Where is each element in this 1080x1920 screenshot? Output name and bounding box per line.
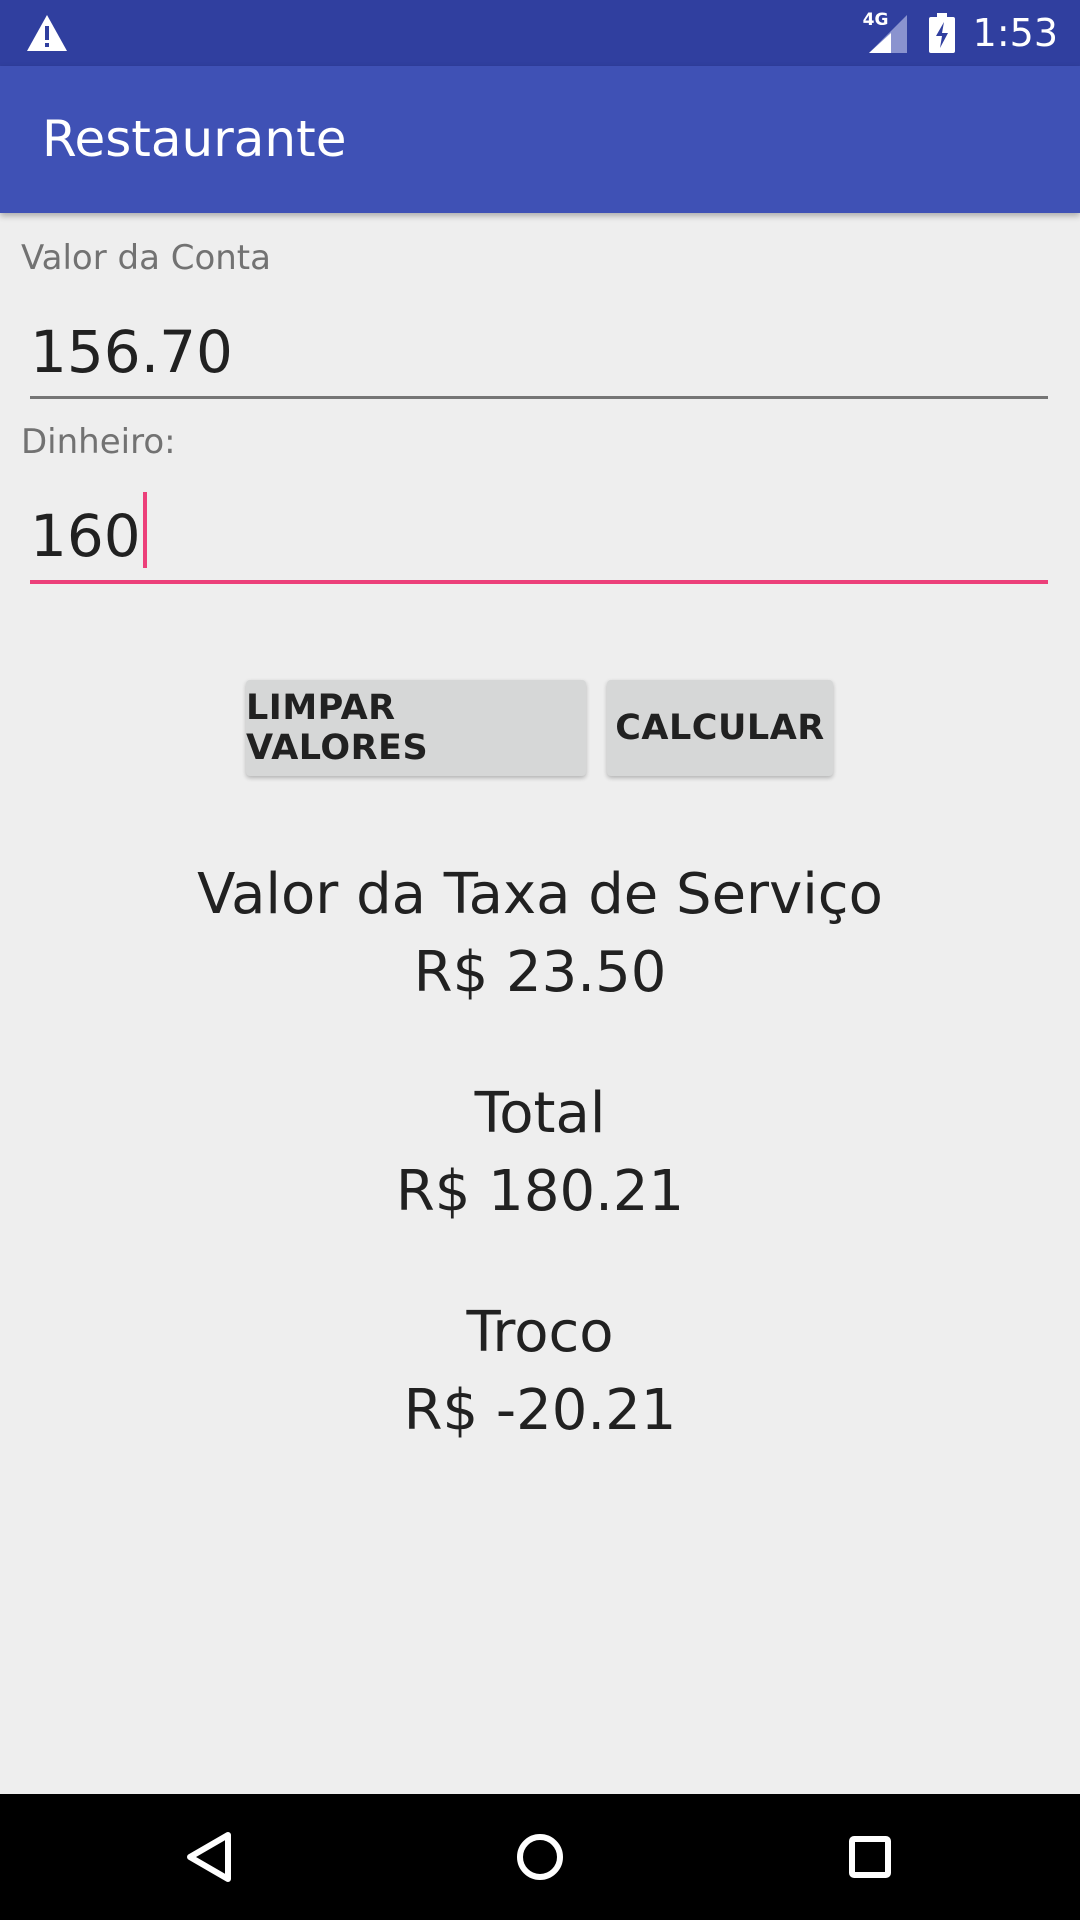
valor-conta-input[interactable]: 156.70 xyxy=(30,308,1048,399)
battery-charging-icon xyxy=(928,13,955,53)
calcular-button[interactable]: CALCULAR xyxy=(607,680,833,776)
home-icon[interactable] xyxy=(502,1819,578,1895)
back-icon[interactable] xyxy=(172,1819,248,1895)
recents-icon[interactable] xyxy=(832,1819,908,1895)
status-icons: 4G 1:53 xyxy=(861,0,1080,66)
taxa-servico-value: R$ 23.50 xyxy=(413,940,667,1005)
dinheiro-input[interactable]: 160 xyxy=(30,492,1048,584)
status-bar: 4G 1:53 xyxy=(0,0,1080,66)
text-cursor xyxy=(142,492,147,568)
limpar-valores-button[interactable]: LIMPAR VALORES xyxy=(246,680,586,776)
total-label: Total xyxy=(474,1081,606,1146)
app-title: Restaurante xyxy=(42,110,347,168)
dinheiro-value-wrap: 160 xyxy=(30,492,147,580)
signal-indicator: 4G xyxy=(861,11,909,55)
status-clock: 1:53 xyxy=(972,11,1058,55)
troco-label: Troco xyxy=(466,1300,614,1365)
taxa-servico-label: Valor da Taxa de Serviço xyxy=(197,862,883,927)
app-bar: Restaurante xyxy=(0,66,1080,213)
troco-value: R$ -20.21 xyxy=(403,1378,677,1443)
dinheiro-label: Dinheiro: xyxy=(21,422,176,462)
dinheiro-value: 160 xyxy=(30,502,141,570)
navigation-bar xyxy=(0,1794,1080,1920)
valor-conta-label: Valor da Conta xyxy=(21,238,271,278)
total-value: R$ 180.21 xyxy=(395,1159,685,1224)
network-type-label: 4G xyxy=(862,10,889,30)
valor-conta-value: 156.70 xyxy=(30,318,233,386)
warning-icon xyxy=(27,15,67,51)
